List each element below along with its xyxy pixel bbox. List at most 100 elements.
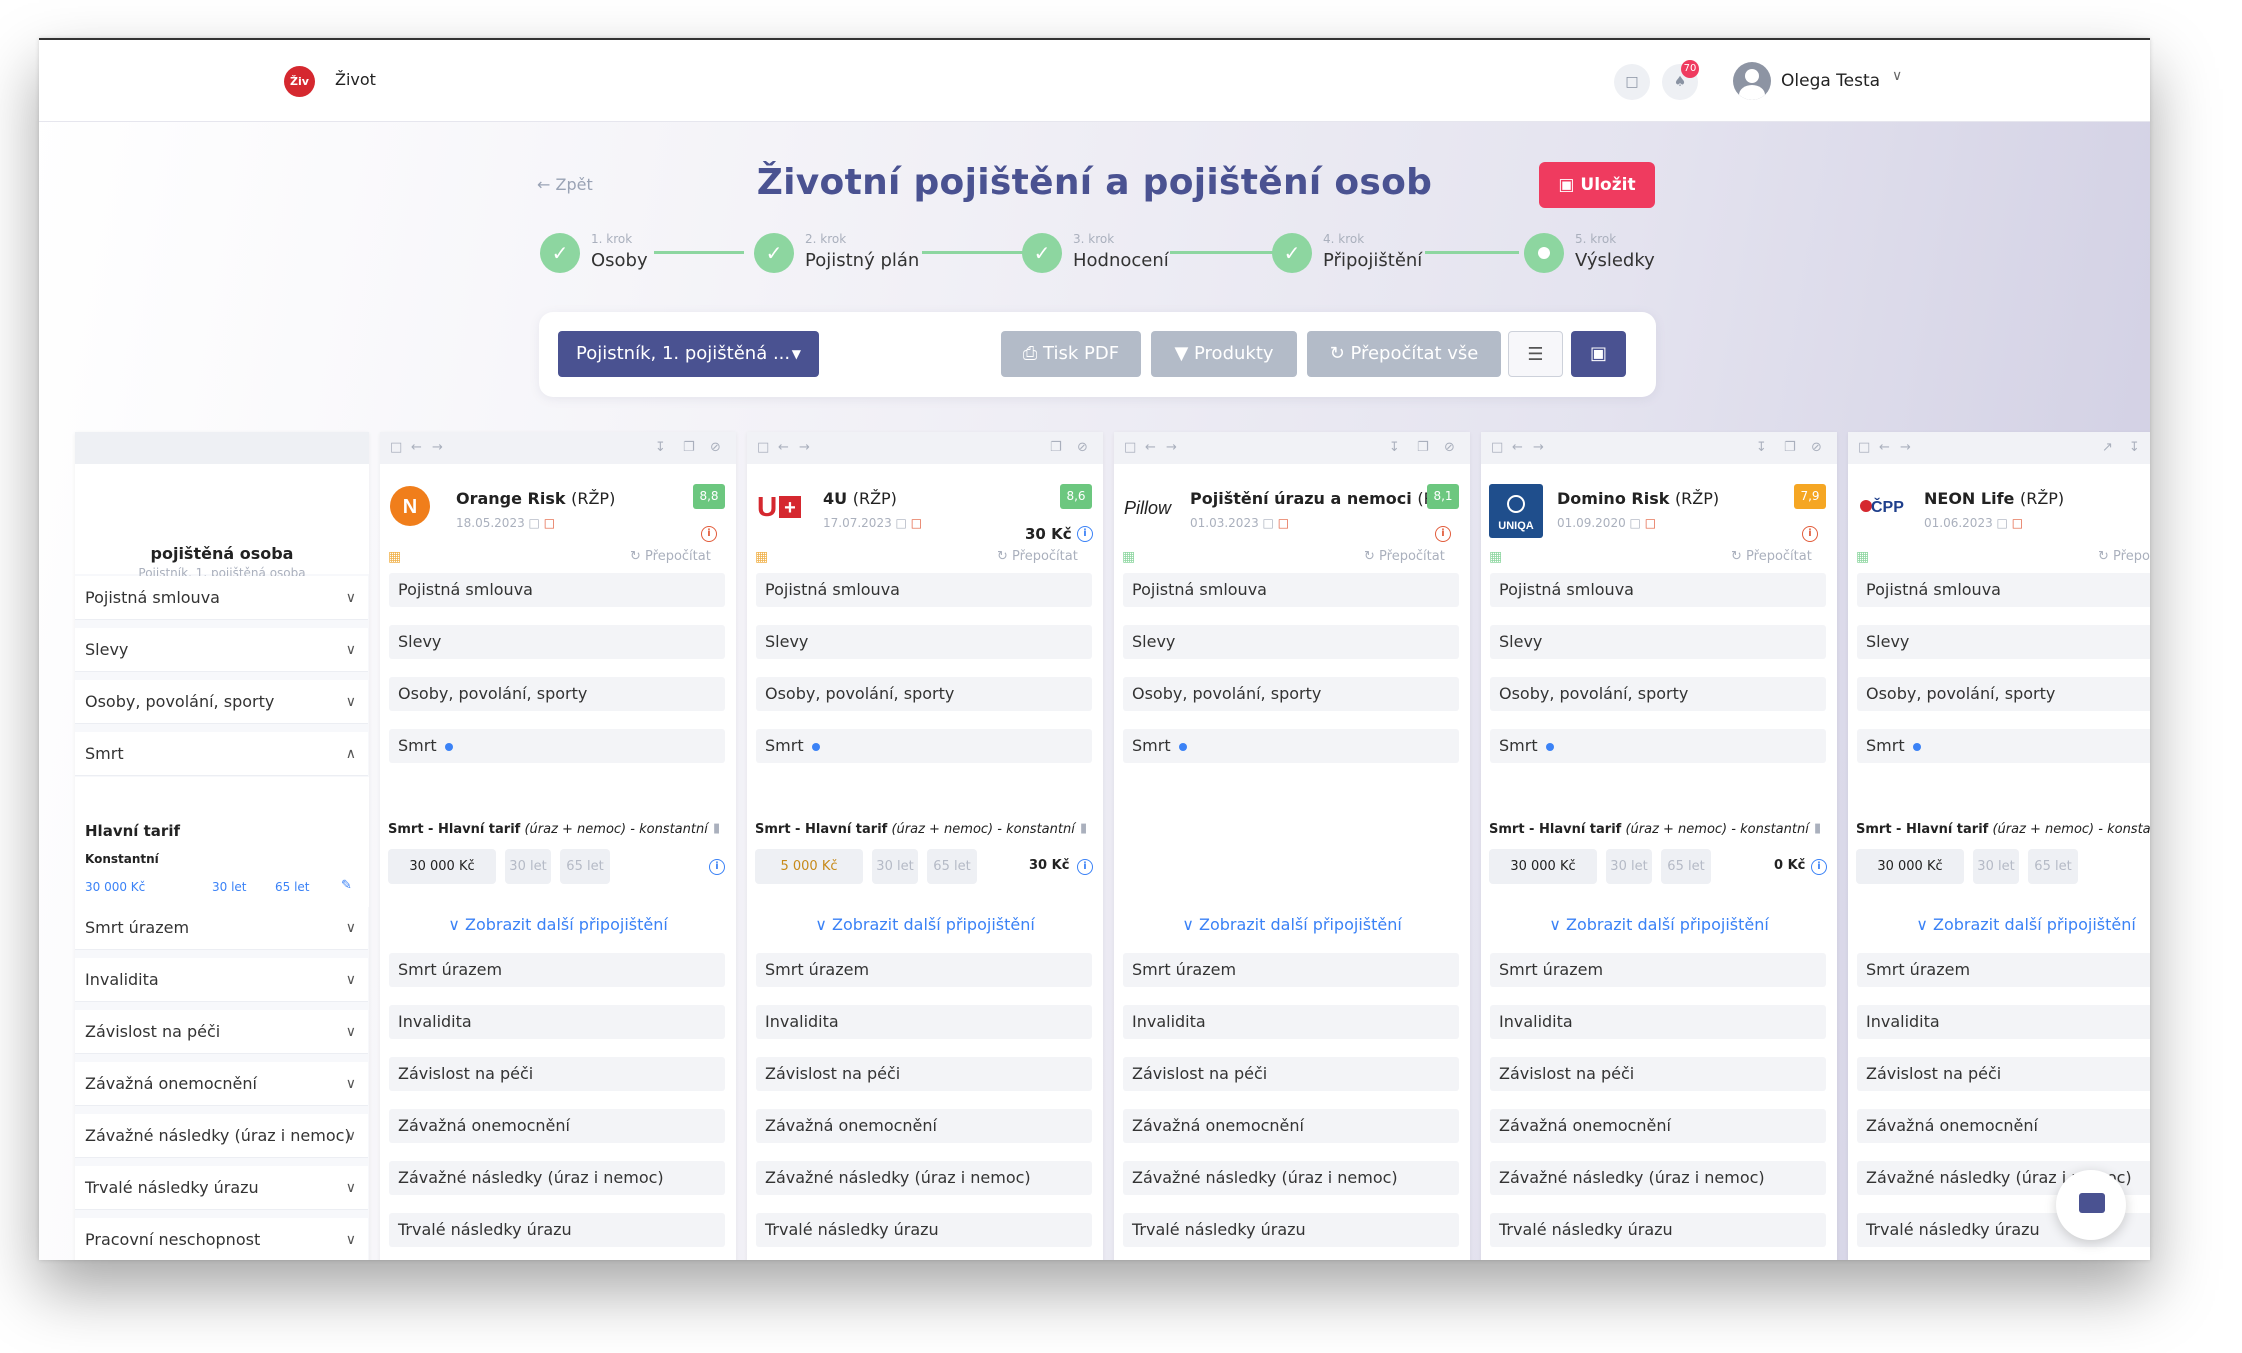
section-row[interactable]: Osoby, povolání, sporty: [1490, 677, 1826, 711]
lock-icon[interactable]: □: [1491, 440, 1503, 455]
left-section-zavislost[interactable]: Závislost na péči ∨: [75, 1010, 368, 1054]
document-icon[interactable]: □: [1263, 516, 1274, 530]
recalc-link[interactable]: ↻ Přepočítat: [630, 549, 711, 564]
term-pill[interactable]: 30 let: [505, 849, 551, 884]
lock-icon[interactable]: □: [1124, 440, 1136, 455]
arrow-left-icon[interactable]: ←: [411, 440, 422, 455]
section-row[interactable]: Závažná onemocnění: [1123, 1109, 1459, 1143]
app-logo[interactable]: Živ: [284, 66, 315, 97]
arrow-right-icon[interactable]: →: [799, 440, 810, 455]
section-row[interactable]: Závažné následky (úraz i nemoc): [1123, 1161, 1459, 1195]
download-icon[interactable]: ↧: [655, 440, 666, 455]
copy-icon[interactable]: ❐: [1784, 440, 1796, 455]
section-row[interactable]: Pojistná smlouva: [1490, 573, 1826, 607]
lock-icon[interactable]: □: [390, 440, 402, 455]
step-5-current-icon[interactable]: [1524, 233, 1564, 273]
age-pill[interactable]: 65 let: [927, 849, 977, 884]
step-1-name[interactable]: Osoby: [591, 250, 648, 271]
document-icon[interactable]: □: [1630, 516, 1641, 530]
recalc-link[interactable]: ↻ Přepočítat: [997, 549, 1078, 564]
recalc-link[interactable]: ↻ Přepočítat: [2098, 549, 2150, 564]
section-row[interactable]: Invalidita: [1490, 1005, 1826, 1039]
section-row[interactable]: Pojistná smlouva: [1857, 573, 2150, 607]
section-row[interactable]: Závažné následky (úraz i nemoc): [756, 1161, 1092, 1195]
section-row[interactable]: Závažná onemocnění: [1490, 1109, 1826, 1143]
section-row[interactable]: Trvalé následky úrazu: [389, 1213, 725, 1247]
trash-icon[interactable]: ▮: [1080, 821, 1087, 836]
left-section-invalidita[interactable]: Invalidita ∨: [75, 958, 368, 1002]
section-row[interactable]: Závažné následky (úraz i nemoc): [1490, 1161, 1826, 1195]
note-icon[interactable]: ▦: [1489, 549, 1502, 565]
arrow-right-icon[interactable]: →: [432, 440, 443, 455]
step-3-check-icon[interactable]: ✓: [1022, 233, 1062, 273]
section-row[interactable]: Závislost na péči: [389, 1057, 725, 1091]
pdf-icon[interactable]: □: [544, 516, 555, 530]
arrow-left-icon[interactable]: ←: [1145, 440, 1156, 455]
lock-icon[interactable]: □: [1858, 440, 1870, 455]
note-icon[interactable]: ▦: [1856, 549, 1869, 565]
section-row[interactable]: Osoby, povolání, sporty: [756, 677, 1092, 711]
section-row[interactable]: Slevy: [1490, 625, 1826, 659]
age-pill[interactable]: 65 let: [2028, 849, 2078, 884]
term-pill[interactable]: 30 let: [1606, 849, 1652, 884]
term-pill[interactable]: 30 let: [1973, 849, 2019, 884]
section-row[interactable]: Závažná onemocnění: [756, 1109, 1092, 1143]
section-row[interactable]: Trvalé následky úrazu: [1490, 1213, 1826, 1247]
info-icon[interactable]: i: [1802, 526, 1818, 542]
print-pdf-button[interactable]: ⎙ Tisk PDF: [1001, 331, 1141, 377]
show-more-link[interactable]: ∨ Zobrazit další připojištění: [1114, 915, 1470, 934]
arrow-right-icon[interactable]: →: [1533, 440, 1544, 455]
amount-pill[interactable]: 30 000 Kč: [388, 849, 496, 884]
note-icon[interactable]: ▦: [755, 549, 768, 565]
arrow-left-icon[interactable]: ←: [1512, 440, 1523, 455]
info-icon[interactable]: i: [1435, 526, 1451, 542]
section-row[interactable]: Invalidita: [756, 1005, 1092, 1039]
section-row[interactable]: Invalidita: [1123, 1005, 1459, 1039]
section-row[interactable]: Smrt: [1857, 729, 2150, 763]
chevron-down-icon[interactable]: ∨: [1892, 68, 1902, 84]
pdf-icon[interactable]: □: [1645, 516, 1656, 530]
download-icon[interactable]: ↧: [2129, 440, 2140, 455]
chat-button[interactable]: [2056, 1170, 2126, 1240]
download-icon[interactable]: ↧: [1756, 440, 1767, 455]
section-row[interactable]: Pojistná smlouva: [389, 573, 725, 607]
left-section-osoby[interactable]: Osoby, povolání, sporty ∨: [75, 680, 368, 724]
left-section-nasledky[interactable]: Závažné následky (úraz i nemoc) ∨: [75, 1114, 368, 1158]
copy-icon[interactable]: ❐: [1050, 440, 1062, 455]
note-icon[interactable]: ▦: [388, 549, 401, 565]
age-pill[interactable]: 65 let: [560, 849, 610, 884]
trash-icon[interactable]: ▮: [713, 821, 720, 836]
section-row[interactable]: Osoby, povolání, sporty: [1857, 677, 2150, 711]
section-row[interactable]: Smrt úrazem: [1857, 953, 2150, 987]
eye-off-icon[interactable]: ⊘: [1444, 440, 1455, 455]
section-row[interactable]: Trvalé následky úrazu: [1123, 1213, 1459, 1247]
pdf-icon[interactable]: □: [1278, 516, 1289, 530]
download-icon[interactable]: ↧: [1389, 440, 1400, 455]
pdf-icon[interactable]: □: [2012, 516, 2023, 530]
section-row[interactable]: Trvalé následky úrazu: [756, 1213, 1092, 1247]
arrow-left-icon[interactable]: ←: [778, 440, 789, 455]
eye-off-icon[interactable]: ⊘: [1811, 440, 1822, 455]
amount-pill[interactable]: 30 000 Kč: [1489, 849, 1597, 884]
avatar[interactable]: [1733, 62, 1771, 100]
list-view-icon[interactable]: ☰: [1508, 331, 1563, 377]
arrow-right-icon[interactable]: →: [1166, 440, 1177, 455]
tarif-term[interactable]: 30 let: [212, 880, 247, 894]
save-button[interactable]: ▣ Uložit: [1539, 162, 1655, 208]
section-row[interactable]: Osoby, povolání, sporty: [1123, 677, 1459, 711]
section-row[interactable]: Smrt: [756, 729, 1092, 763]
section-row[interactable]: Slevy: [756, 625, 1092, 659]
step-2-check-icon[interactable]: ✓: [754, 233, 794, 273]
left-section-smrt-urazem[interactable]: Smrt úrazem ∨: [75, 906, 368, 950]
lock-icon[interactable]: □: [757, 440, 769, 455]
copy-icon[interactable]: ❐: [683, 440, 695, 455]
left-section-neschopnost[interactable]: Pracovní neschopnost ∨: [75, 1218, 368, 1260]
section-row[interactable]: Invalidita: [1857, 1005, 2150, 1039]
chat-icon[interactable]: □: [1614, 64, 1650, 100]
section-row[interactable]: Závažná onemocnění: [389, 1109, 725, 1143]
eye-off-icon[interactable]: ⊘: [710, 440, 721, 455]
person-select[interactable]: Pojistník, 1. pojištěná ... ▼: [558, 331, 819, 377]
note-icon[interactable]: ▦: [1122, 549, 1135, 565]
left-section-smrt[interactable]: Smrt ∧: [75, 732, 368, 776]
amount-pill[interactable]: 5 000 Kč: [755, 849, 863, 884]
